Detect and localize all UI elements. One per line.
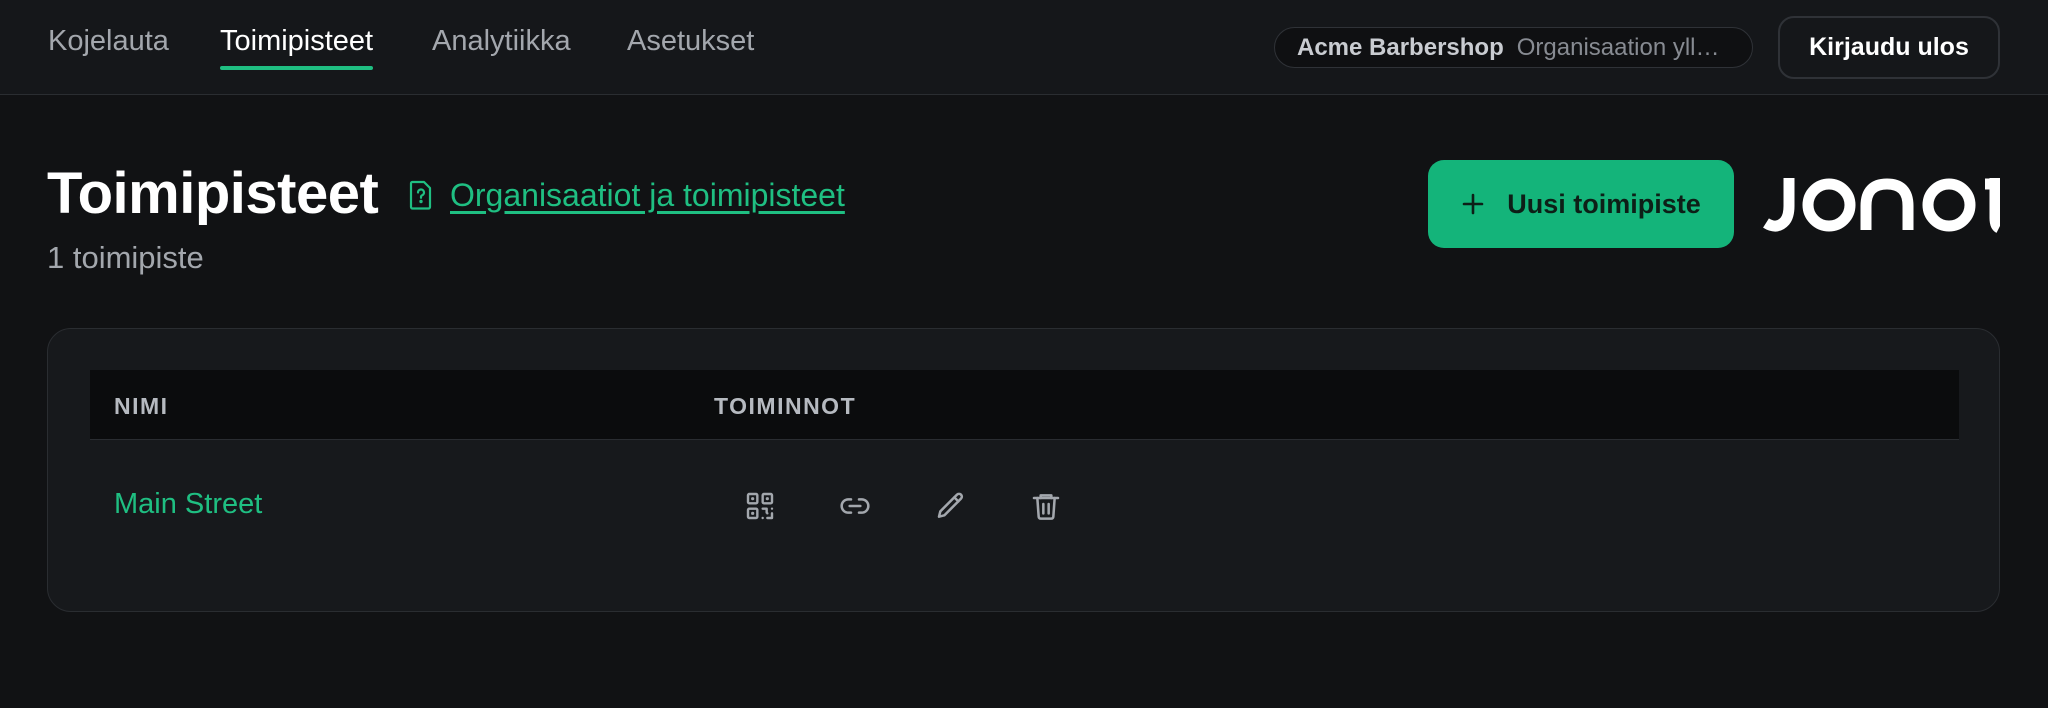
top-navigation: Kojelauta Toimipisteet Analytiikka Asetu… bbox=[0, 0, 2048, 95]
tab-settings[interactable]: Asetukset bbox=[627, 25, 754, 70]
new-location-label: Uusi toimipiste bbox=[1507, 188, 1701, 219]
table-header: NIMI TOIMINNOT bbox=[90, 370, 1959, 440]
plus-icon bbox=[1462, 193, 1484, 215]
documentation-link[interactable]: Organisaatiot ja toimipisteet bbox=[408, 175, 845, 215]
column-header-actions: TOIMINNOT bbox=[714, 393, 857, 419]
brand-logo bbox=[1763, 178, 2000, 233]
new-location-button[interactable]: Uusi toimipiste bbox=[1428, 160, 1734, 248]
organization-switcher[interactable]: Acme Barbershop Organisaation ylläpitäjä bbox=[1274, 27, 1753, 68]
link-icon bbox=[840, 498, 870, 514]
location-name-link[interactable]: Main Street bbox=[114, 488, 262, 521]
organization-name: Acme Barbershop bbox=[1297, 33, 1504, 61]
table-row: Main Street bbox=[90, 440, 1959, 570]
qr-code-button[interactable] bbox=[740, 486, 780, 526]
location-count: 1 toimipiste bbox=[47, 240, 204, 275]
tab-analytics[interactable]: Analytiikka bbox=[432, 25, 571, 70]
qr-code-icon bbox=[746, 492, 774, 520]
pencil-icon bbox=[937, 492, 964, 518]
organization-role: Organisaation ylläpitäjä bbox=[1516, 33, 1730, 61]
tab-dashboard[interactable]: Kojelauta bbox=[48, 25, 169, 70]
tab-locations[interactable]: Toimipisteet bbox=[220, 25, 374, 70]
logout-button[interactable]: Kirjaudu ulos bbox=[1778, 16, 2000, 79]
delete-button[interactable] bbox=[1026, 486, 1066, 526]
trash-icon bbox=[1032, 494, 1060, 520]
copy-link-button[interactable] bbox=[835, 486, 875, 526]
help-document-icon bbox=[408, 180, 434, 210]
locations-table-card: NIMI TOIMINNOT Main Street bbox=[47, 328, 2000, 612]
edit-button[interactable] bbox=[931, 486, 971, 526]
page-title: Toimipisteet bbox=[47, 161, 379, 226]
documentation-link-label: Organisaatiot ja toimipisteet bbox=[450, 176, 845, 213]
column-header-name: NIMI bbox=[114, 393, 169, 419]
